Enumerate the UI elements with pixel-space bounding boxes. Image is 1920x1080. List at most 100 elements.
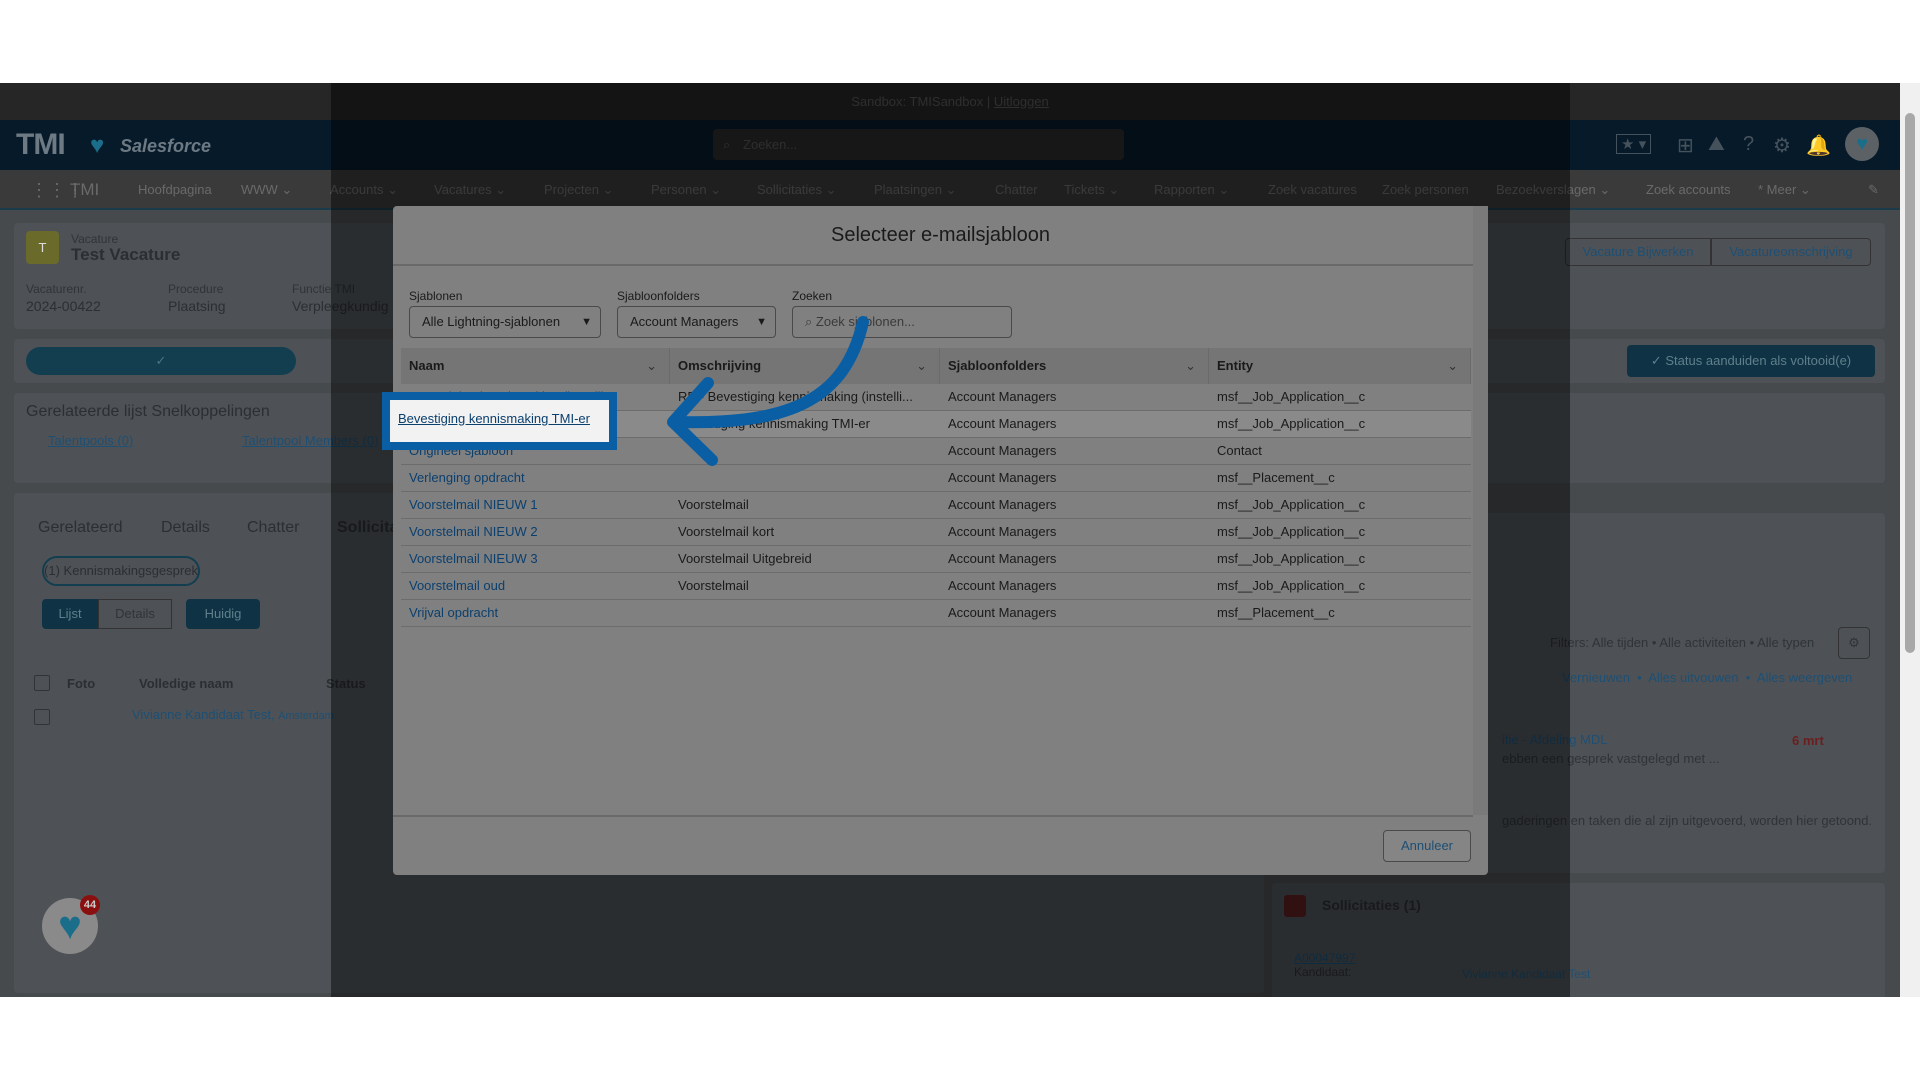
current-button[interactable]: Huidig	[186, 599, 260, 629]
modal-title: Selecteer e-mailsjabloon	[830, 224, 1050, 246]
template-name-link[interactable]: Vrijval opdracht	[409, 600, 664, 626]
table-row[interactable]: Voorstelmail NIEUW 1 Voorstelmail Account …	[401, 492, 1471, 519]
cell-folder: Account Managers	[948, 524, 1057, 539]
cell-desc: Bevestiging kennismaking TMI-er	[678, 416, 870, 431]
template-name-link[interactable]: Voorstelmail NIEUW 2	[409, 519, 664, 545]
chevron-down-icon[interactable]: ⌄	[1796, 182, 1811, 197]
cell-entity: msf__Job_Application__c	[1217, 416, 1366, 431]
column-naam[interactable]: Naam ⌄	[401, 348, 670, 384]
cell-desc: RB - Bevestiging kennismaking (instelli.…	[678, 389, 913, 404]
vacature-icon: T	[26, 231, 59, 264]
template-name-link[interactable]: Verlenging opdracht	[409, 465, 664, 491]
cell-entity: msf__Job_Application__c	[1217, 551, 1366, 566]
path-step-completed[interactable]: ✓	[26, 347, 296, 375]
candidate-name[interactable]: Vivianne Kandidaat Test	[132, 707, 271, 722]
highlight-box[interactable]: Bevestiging kennismaking TMI-er	[382, 392, 617, 450]
folders-value: Account Managers	[630, 314, 739, 329]
templates-label: Sjablonen	[409, 289, 463, 303]
cell-folder: Account Managers	[948, 497, 1057, 512]
settings-icon[interactable]: ⚙	[1773, 133, 1791, 158]
column-sjabloonfolders[interactable]: Sjabloonfolders ⌄	[940, 348, 1209, 384]
favorites-icon[interactable]: ★ ▾	[1616, 134, 1652, 154]
list-view-button[interactable]: Lijst	[42, 599, 98, 629]
activity-links[interactable]: Vernieuwen • Alles uitvouwen • Alles wee…	[1562, 670, 1852, 685]
vacatureomschrijving-button[interactable]: Vacatureomschrijving	[1711, 238, 1871, 266]
chevron-down-icon[interactable]: ⌄	[646, 348, 657, 384]
nav-item[interactable]: Hoofdpagina	[138, 170, 212, 210]
table-row[interactable]: Voorstelmail NIEUW 3 Voorstelmail Uitgebr…	[401, 546, 1471, 573]
heart-logo-icon: ♥	[90, 132, 105, 159]
template-name-link[interactable]: Voorstelmail oud	[409, 573, 664, 599]
vacature-bijwerken-button[interactable]: Vacature Bijwerken	[1565, 238, 1711, 266]
select-all-checkbox[interactable]	[34, 675, 50, 691]
column-foto[interactable]: Foto	[67, 676, 95, 691]
talentpools-link[interactable]: Talentpools (0)	[48, 433, 133, 448]
table-row[interactable]: Vrijval opdracht Account Managers msf__Pla…	[401, 600, 1471, 627]
table-row[interactable]: Voorstelmail oud Voorstelmail Account Mana…	[401, 573, 1471, 600]
template-name-link[interactable]: Voorstelmail NIEUW 1	[409, 492, 664, 518]
tab-details[interactable]: Details	[161, 519, 210, 537]
cell-entity: Contact	[1217, 443, 1262, 458]
modal-scrollbar[interactable]	[1473, 206, 1488, 815]
cell-folder: Account Managers	[948, 389, 1057, 404]
page-scrollbar[interactable]	[1900, 83, 1920, 997]
nav-item[interactable]: WWW ⌄	[241, 170, 292, 210]
trailhead-icon[interactable]: ⛰	[1708, 133, 1725, 156]
details-view-button[interactable]: Details	[98, 599, 172, 629]
activity-filters: Filters: Alle tijden • Alle activiteiten…	[1550, 635, 1815, 650]
cell-folder: Account Managers	[948, 605, 1057, 620]
chevron-down-icon[interactable]: ⌄	[278, 182, 292, 197]
record-type: Vacature	[71, 232, 119, 246]
scrollbar-thumb[interactable]	[1905, 113, 1915, 653]
folders-label: Sjabloonfolders	[617, 289, 700, 303]
field-label: Procedure	[168, 282, 224, 296]
cell-entity: msf__Job_Application__c	[1217, 524, 1366, 539]
nav-item-label: WWW	[241, 182, 278, 197]
cell-entity: msf__Job_Application__c	[1217, 578, 1366, 593]
chevron-down-icon[interactable]: ⌄	[1447, 348, 1458, 384]
status-button-label: Status aanduiden als voltooid(e)	[1665, 353, 1852, 368]
column-volledige-naam[interactable]: Volledige naam	[139, 676, 233, 691]
add-icon[interactable]: ⊞	[1677, 133, 1694, 158]
cell-desc: Voorstelmail	[678, 497, 749, 512]
field-label: Vacaturenr.	[26, 282, 87, 296]
avatar[interactable]: ♥	[1845, 127, 1879, 161]
activity-settings-icon[interactable]: ⚙	[1838, 627, 1870, 659]
mark-status-complete-button[interactable]: ✓ Status aanduiden als voltooid(e)	[1627, 345, 1875, 377]
row-checkbox[interactable]	[34, 709, 50, 725]
activity-item-date: 6 mrt	[1792, 733, 1824, 748]
column-entity[interactable]: Entity ⌄	[1209, 348, 1471, 384]
field-value: 2024-00422	[26, 298, 101, 314]
stage-filter-pill[interactable]: (1) Kennismakingsgesprek	[42, 556, 200, 586]
chevron-down-icon[interactable]: ⌄	[1185, 348, 1196, 384]
column-omschrijving[interactable]: Omschrijving ⌄	[670, 348, 940, 384]
notifications-icon[interactable]: 🔔	[1806, 133, 1831, 158]
cell-folder: Account Managers	[948, 443, 1057, 458]
chevron-down-icon[interactable]: ⌄	[1596, 182, 1610, 197]
table-row[interactable]: Voorstelmail NIEUW 2 Voorstelmail kort Acc…	[401, 519, 1471, 546]
chevron-down-icon[interactable]: ⌄	[916, 348, 927, 384]
field-value: Plaatsing	[168, 298, 226, 314]
highlighted-template-link[interactable]: Bevestiging kennismaking TMI-er	[398, 411, 590, 426]
nav-item[interactable]: * Meer ⌄	[1758, 170, 1811, 210]
cancel-button[interactable]: Annuleer	[1383, 830, 1471, 862]
tmi-logo: TMI	[16, 128, 66, 161]
edit-nav-icon[interactable]: ✎	[1868, 170, 1879, 210]
tab-chatter[interactable]: Chatter	[247, 519, 299, 537]
tab-gerelateerd[interactable]: Gerelateerd	[38, 519, 123, 537]
candidate-link[interactable]: Vivianne Kandidaat Test, Amsterdam	[132, 707, 334, 722]
column-label: Omschrijving	[678, 358, 762, 373]
column-label: Naam	[409, 358, 445, 373]
app-name: TMI	[70, 180, 100, 199]
template-name-link[interactable]: Voorstelmail NIEUW 3	[409, 546, 664, 572]
cell-desc: Voorstelmail kort	[678, 524, 775, 539]
templates-select[interactable]: Alle Lightning-sjablonen ▼	[409, 306, 601, 338]
table-row[interactable]: Verlenging opdracht Account Managers msf__…	[401, 465, 1471, 492]
nav-item[interactable]: Zoek accounts	[1646, 170, 1731, 210]
help-icon[interactable]: ?	[1743, 133, 1754, 156]
caret-down-icon: ▼	[756, 316, 767, 328]
footer-divider	[393, 815, 1473, 817]
folders-select[interactable]: Account Managers ▼	[617, 306, 776, 338]
cell-folder: Account Managers	[948, 551, 1057, 566]
template-search-input[interactable]: ⌕ Zoek sjablonen...	[792, 306, 1012, 338]
